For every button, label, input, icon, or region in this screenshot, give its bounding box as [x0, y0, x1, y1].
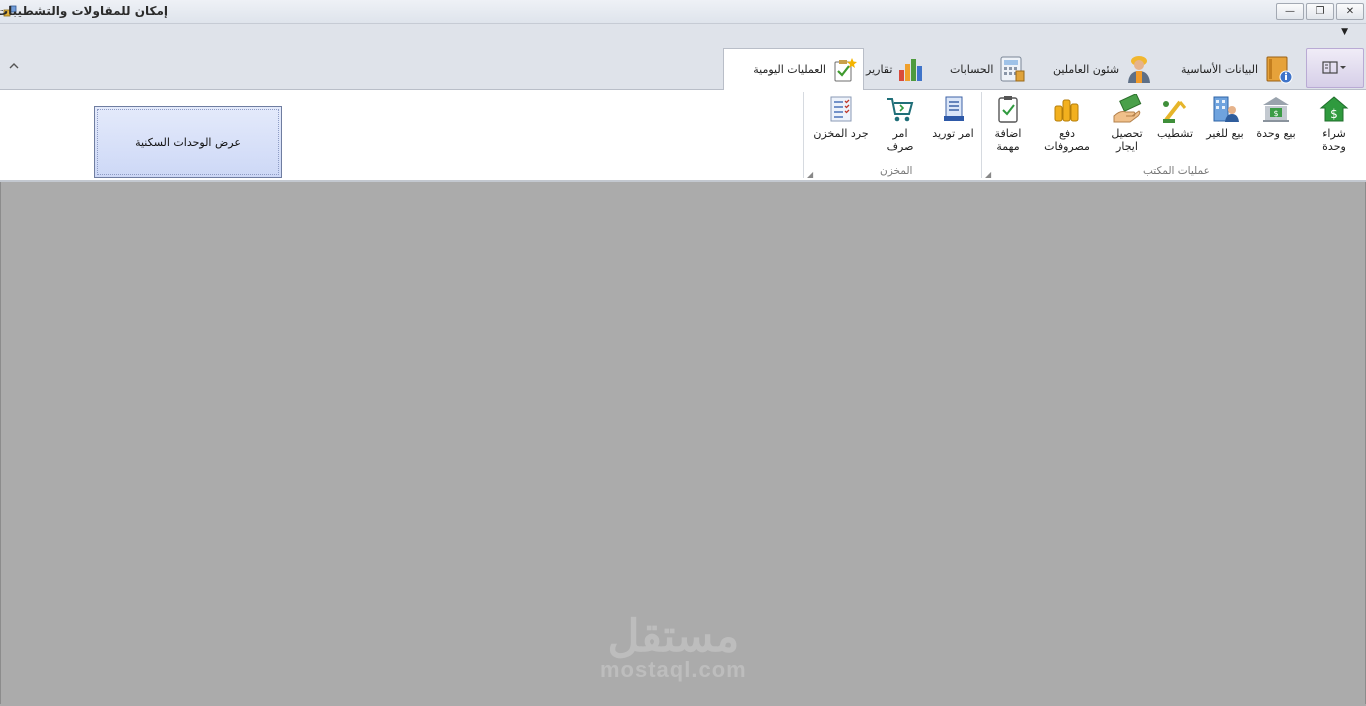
- group-separator: [803, 92, 804, 178]
- close-icon: ✕: [1345, 6, 1355, 17]
- watermark: مستقل mostaql.com: [600, 615, 747, 681]
- building-person-icon: [1213, 96, 1239, 122]
- collect-rent-button[interactable]: تحصيل ايجار: [1105, 94, 1149, 153]
- tab-personnel[interactable]: شئون العاملين: [1053, 50, 1154, 88]
- collapse-ribbon-icon[interactable]: [8, 61, 20, 71]
- issue-order-button[interactable]: امر صرف: [878, 94, 922, 153]
- tab-reports[interactable]: تقارير: [866, 50, 927, 88]
- cash-hand-icon: [1113, 94, 1142, 123]
- sell-unit-button[interactable]: $ بيع وحدة: [1256, 94, 1296, 140]
- bar-chart-icon: [899, 59, 923, 81]
- quick-access-toolbar: ▼: [0, 24, 1366, 45]
- application-menu-icon: [1322, 61, 1346, 74]
- svg-text:$: $: [1330, 107, 1338, 121]
- store-group-label: المخزن: [880, 165, 913, 177]
- ribbon-tab-strip: العمليات اليومية تقارير الحسابات شئون ال…: [0, 45, 1366, 90]
- title-bar: إمكان للمقاولات والتشطيبات — ❐ ✕: [0, 0, 1366, 24]
- svg-text:$: $: [1273, 109, 1278, 118]
- shopping-cart-icon: [887, 98, 914, 122]
- tab-label: شئون العاملين: [1053, 62, 1120, 76]
- application-menu-button[interactable]: [1306, 48, 1364, 88]
- store-group-launcher-icon[interactable]: ◢: [807, 170, 813, 179]
- coins-stack-icon: [1054, 99, 1079, 122]
- tab-label: تقارير: [866, 62, 893, 76]
- group-separator: [981, 92, 982, 178]
- crane-icon: [1163, 100, 1187, 123]
- office-group-launcher-icon[interactable]: ◢: [985, 170, 991, 179]
- finishing-button[interactable]: تشطيب: [1155, 94, 1195, 140]
- tab-daily-operations[interactable]: العمليات اليومية: [723, 48, 864, 90]
- close-button[interactable]: ✕: [1336, 3, 1364, 20]
- buy-unit-button[interactable]: $ شراء وحدة: [1309, 94, 1359, 153]
- sell-to-others-button[interactable]: بيع للغير: [1203, 94, 1247, 140]
- tab-label: الحسابات: [950, 62, 994, 76]
- tab-label: العمليات اليومية: [753, 63, 826, 76]
- window-title: إمكان للمقاولات والتشطيبات: [0, 4, 168, 18]
- calculator-icon: [1000, 56, 1025, 82]
- inventory-count-button[interactable]: جرد المخزن: [813, 94, 869, 140]
- qat-dropdown-icon[interactable]: ▼: [1341, 27, 1348, 37]
- watermark-latin: mostaql.com: [600, 657, 747, 682]
- checklist-star-icon: [834, 57, 857, 81]
- restore-button[interactable]: ❐: [1306, 3, 1334, 20]
- view-residential-units-button[interactable]: عرض الوحدات السكنية: [94, 106, 282, 178]
- tab-accounts[interactable]: الحسابات: [950, 50, 1026, 88]
- stack-document-icon: [944, 96, 964, 121]
- office-operations-group-label: عمليات المكتب: [1143, 165, 1210, 177]
- book-info-icon: [1266, 56, 1293, 84]
- button-label: عرض الوحدات السكنية: [135, 135, 241, 149]
- minimize-button[interactable]: —: [1276, 3, 1304, 20]
- tab-label: البيانات الأساسية: [1181, 62, 1258, 76]
- house-dollar-icon: $: [1319, 96, 1349, 122]
- watermark-arabic: مستقل: [607, 612, 740, 661]
- supply-order-button[interactable]: امر توريد: [932, 94, 974, 140]
- worker-icon: [1128, 56, 1151, 83]
- checklist-icon: [830, 96, 852, 122]
- restore-icon: ❐: [1315, 6, 1325, 17]
- pay-expenses-button[interactable]: دفع مصروفات: [1035, 94, 1099, 153]
- tab-basic-data[interactable]: البيانات الأساسية: [1181, 50, 1293, 88]
- minimize-icon: —: [1285, 6, 1295, 17]
- add-task-button[interactable]: اضافة مهمة: [987, 94, 1029, 153]
- bank-dollar-icon: $: [1263, 97, 1289, 122]
- clipboard-check-icon: [998, 96, 1018, 123]
